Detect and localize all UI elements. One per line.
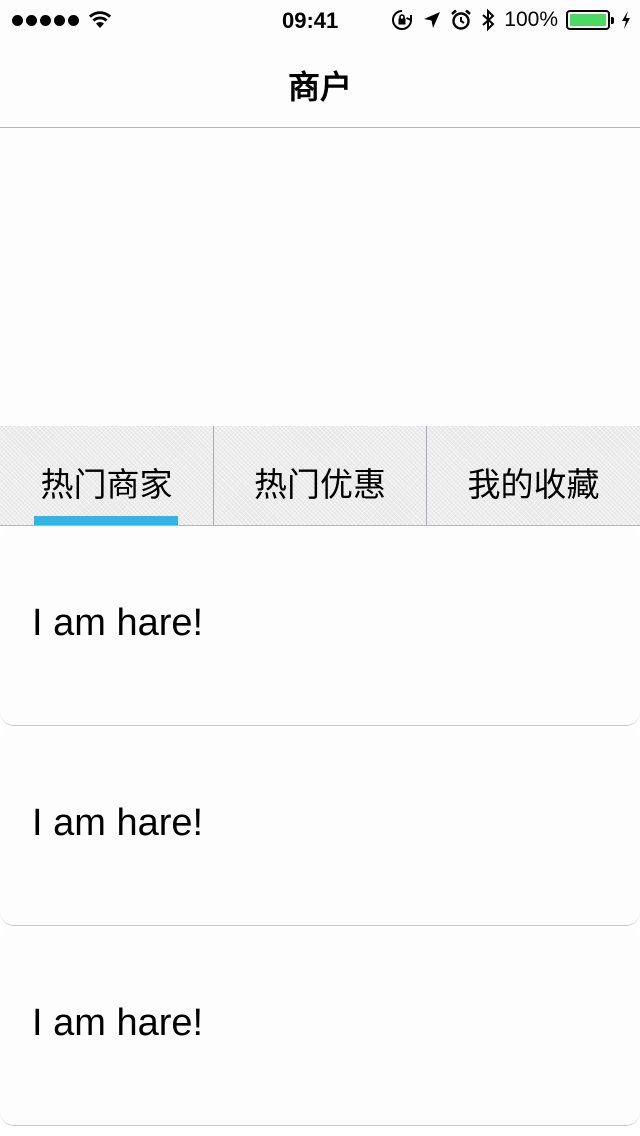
content-list: I am hare! I am hare! I am hare! [0, 526, 640, 1126]
status-time: 09:41 [282, 8, 339, 33]
list-item-text: I am hare! [32, 802, 204, 844]
tab-label: 热门商家 [40, 464, 173, 504]
list-item-text: I am hare! [32, 602, 204, 644]
banner-area [0, 128, 640, 426]
list-item[interactable]: I am hare! [0, 526, 640, 726]
list-item[interactable]: I am hare! [0, 926, 640, 1126]
battery-percent: 100% [504, 8, 558, 31]
tab-hot-merchants[interactable]: 热门商家 [0, 426, 213, 525]
alarm-icon [451, 9, 472, 30]
bluetooth-icon [482, 8, 495, 32]
charging-icon [622, 11, 630, 29]
status-bar: 09:41 100% [0, 0, 640, 40]
list-item-text: I am hare! [32, 1002, 204, 1044]
tab-hot-deals[interactable]: 热门优惠 [213, 426, 426, 525]
location-icon [424, 12, 441, 28]
orientation-lock-icon [392, 10, 413, 30]
battery-icon [566, 10, 614, 30]
nav-title: 商户 [287, 68, 352, 106]
status-right: 100% [390, 6, 632, 34]
tab-selected-indicator [34, 516, 178, 525]
battery-fill [570, 14, 606, 26]
tab-bar: 热门商家 热门优惠 我的收藏 [0, 426, 640, 526]
tab-label: 热门优惠 [254, 464, 386, 504]
signal-icon [12, 14, 79, 26]
tab-label: 我的收藏 [467, 464, 600, 504]
tab-my-favorites[interactable]: 我的收藏 [426, 426, 640, 525]
nav-bar: 商户 [0, 40, 640, 128]
status-left [12, 8, 113, 32]
wifi-icon [89, 11, 111, 28]
list-item[interactable]: I am hare! [0, 726, 640, 926]
